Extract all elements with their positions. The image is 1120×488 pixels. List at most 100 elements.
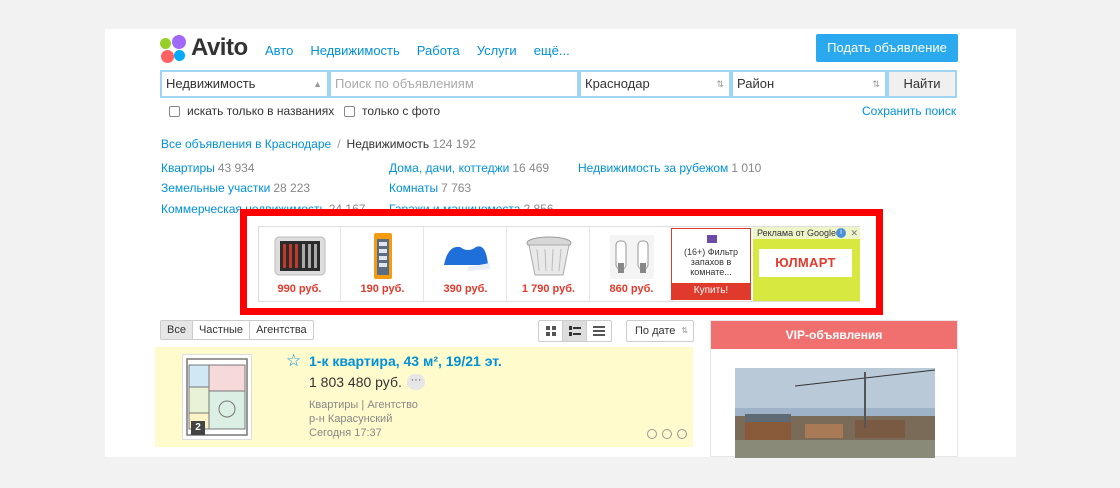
save-search-link[interactable]: Сохранить поиск [862, 104, 956, 118]
with-photo-option[interactable]: только с фото [344, 104, 440, 118]
breadcrumb-root[interactable]: Все объявления в Краснодаре [161, 137, 331, 151]
with-photo-checkbox[interactable] [344, 105, 355, 117]
compact-view-icon[interactable] [587, 321, 611, 341]
listing-seller: Агентство [367, 399, 418, 411]
tool-case-icon [274, 236, 325, 276]
category-label: Комнаты [389, 181, 439, 195]
favorite-star-icon[interactable]: ☆ [286, 351, 301, 371]
listing-title[interactable]: 1-к квартира, 43 м², 19/21 эт. [309, 353, 502, 369]
listing-category-line: Квартиры | Агентство [309, 399, 418, 411]
seller-filter: Все Частные Агентства [160, 320, 314, 340]
titles-only-label: искать только в названиях [187, 104, 335, 118]
vip-listings: VIP-объявления [710, 320, 958, 458]
tab-private[interactable]: Частные [193, 321, 251, 339]
titles-only-option[interactable]: искать только в названиях [169, 104, 334, 118]
google-ad-label-text: Реклама от Google [757, 228, 837, 238]
nav-more[interactable]: ещё... [534, 43, 570, 58]
with-photo-label: только с фото [362, 104, 441, 118]
logo-dot-green [160, 38, 171, 49]
close-icon[interactable]: ✕ [850, 227, 858, 239]
category-count: 43 934 [217, 161, 255, 175]
listing-district: р-н Карасунский [309, 413, 393, 425]
avito-logo[interactable]: Avito [160, 34, 270, 65]
logo-text: Avito [191, 34, 248, 61]
breadcrumb: Все объявления в Краснодаре / Недвижимость… [161, 137, 476, 151]
ad-banner-highlight: 990 руб. 190 руб. 390 руб. 1 790 руб. 86… [240, 209, 883, 315]
city-select[interactable]: Краснодар ⇅ [579, 70, 731, 98]
list-view-icon[interactable] [563, 321, 587, 341]
category-link-land[interactable]: Земельные участки 28 223 [161, 181, 310, 195]
ad-product-3[interactable]: 390 руб. [425, 227, 507, 301]
nav-auto[interactable]: Авто [265, 43, 293, 58]
category-link-abroad[interactable]: Недвижимость за рубежом 1 010 [578, 161, 761, 175]
document-icon [662, 429, 672, 439]
ad-product-2[interactable]: 190 руб. [342, 227, 424, 301]
category-label: Недвижимость за рубежом [578, 161, 729, 175]
ad-product-4[interactable]: 1 790 руб. [508, 227, 590, 301]
listing-item[interactable]: 2 ☆ 1-к квартира, 43 м², 19/21 эт. 1 803… [155, 347, 693, 447]
ad-product-price: 1 790 руб. [521, 283, 576, 295]
category-select[interactable]: Недвижимость ▲ [160, 70, 329, 98]
find-button[interactable]: Найти [887, 70, 957, 98]
category-select-value: Недвижимость [166, 76, 256, 91]
grid-view-icon[interactable] [539, 321, 563, 341]
category-link-rooms[interactable]: Комнаты 7 763 [389, 181, 471, 195]
category-label: Земельные участки [161, 181, 271, 195]
main-nav: Авто Недвижимость Работа Услуги ещё... [265, 43, 570, 58]
category-count: 1 010 [731, 161, 762, 175]
category-link-houses[interactable]: Дома, дачи, коттеджи 16 469 [389, 161, 549, 175]
razor-pack-icon [373, 233, 392, 279]
ad-product-1[interactable]: 990 руб. [259, 227, 341, 301]
breadcrumb-count: 124 192 [432, 137, 476, 151]
search-input-placeholder: Поиск по объявлениям [335, 76, 474, 91]
ad-product-price: 190 руб. [360, 283, 405, 295]
car-bulbs-icon [609, 235, 654, 279]
logo-dot-purple [172, 35, 186, 49]
ad-product-5[interactable]: 860 руб. [591, 227, 673, 301]
buy-button[interactable]: Купить! [672, 283, 750, 299]
city-select-value: Краснодар [585, 76, 650, 91]
pin-icon [647, 429, 657, 439]
rooms-badge: 2 [191, 421, 205, 435]
ad-product-price: 990 руб. [277, 283, 322, 295]
floor-plan-thumbnail[interactable]: 2 [182, 354, 252, 440]
category-label: Квартиры [161, 161, 215, 175]
google-ad-label: Реклама от Google i ✕ [753, 227, 860, 239]
category-count: 16 469 [512, 161, 550, 175]
ad-promo-item[interactable]: (16+) Фильтр запахов в комнате... Купить… [671, 228, 751, 300]
breadcrumb-current: Недвижимость [346, 137, 430, 151]
view-switcher [538, 320, 612, 342]
category-link-apartments[interactable]: Квартиры 43 934 [161, 161, 255, 175]
product-thumbnail-icon [707, 235, 717, 243]
foam-pillow-icon [443, 246, 490, 271]
google-ad[interactable]: Реклама от Google i ✕ ЮЛМАРТ [753, 227, 860, 301]
ulmart-logo: ЮЛМАРТ [759, 249, 852, 277]
info-icon [677, 429, 687, 439]
laundry-basket-icon [526, 236, 571, 276]
select-arrows-icon: ⇅ [872, 79, 880, 89]
nav-jobs[interactable]: Работа [417, 43, 460, 58]
sort-select[interactable]: По дате ⇅ [626, 320, 694, 342]
logo-dot-red [161, 50, 174, 63]
post-ad-button[interactable]: Подать объявление [816, 34, 958, 62]
logo-dot-blue [174, 50, 185, 61]
select-arrows-icon: ⇅ [681, 326, 688, 335]
category-count: 28 223 [273, 181, 311, 195]
vip-title: VIP-объявления [711, 321, 957, 349]
district-select[interactable]: Район ⇅ [731, 70, 887, 98]
tab-agencies[interactable]: Агентства [250, 321, 313, 339]
tab-all[interactable]: Все [161, 321, 193, 339]
info-icon[interactable]: i [836, 228, 846, 238]
search-input[interactable]: Поиск по объявлениям [329, 70, 579, 98]
select-arrows-icon: ▲ [313, 79, 322, 89]
vip-listing-photo[interactable] [735, 368, 935, 458]
titles-only-checkbox[interactable] [169, 105, 180, 117]
nav-realty[interactable]: Недвижимость [310, 43, 399, 58]
category-label: Дома, дачи, коттеджи [389, 161, 510, 175]
listing-icons [647, 429, 687, 439]
breadcrumb-separator: / [337, 137, 341, 151]
nav-services[interactable]: Услуги [477, 43, 517, 58]
more-options-button[interactable]: ··· [407, 374, 425, 390]
listing-price: 1 803 480 руб. [309, 374, 402, 390]
district-select-value: Район [737, 76, 775, 91]
